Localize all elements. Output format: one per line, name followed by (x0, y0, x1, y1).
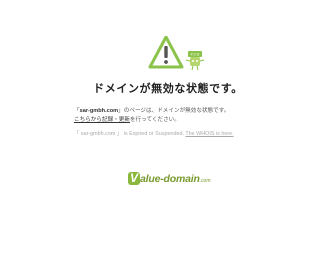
badge-text: #.V.D (191, 53, 200, 57)
warning-triangle-icon: #.V.D (148, 35, 205, 71)
logo-com: .com (199, 178, 211, 184)
domain-name: sar-gmbh.com (79, 108, 119, 114)
english-message: 「 sar-gmbh.com 」 is Expired or Suspended… (74, 131, 234, 137)
renewal-message: こちらから記録・更新を行ってください。 (74, 117, 180, 123)
status-message: 「sar-gmbh.com」のページは、ドメインが無効な状態です。 (74, 108, 230, 114)
logo-text: alue-domain (140, 173, 200, 185)
logo-v-mark: V (128, 171, 141, 185)
whois-link[interactable]: The WHOIS is here. (185, 131, 233, 137)
warning-illustration: #.V.D (148, 35, 208, 72)
value-domain-logo[interactable]: Value-domain.com (128, 169, 211, 187)
expired-domain-page: #.V.D ドメインが無効な状態です。 「sar-gmbh.com」のページは、… (0, 0, 336, 280)
renewal-link[interactable]: こちらから記録・更新 (74, 117, 130, 123)
page-title: ドメインが無効な状態です。 (93, 83, 243, 95)
